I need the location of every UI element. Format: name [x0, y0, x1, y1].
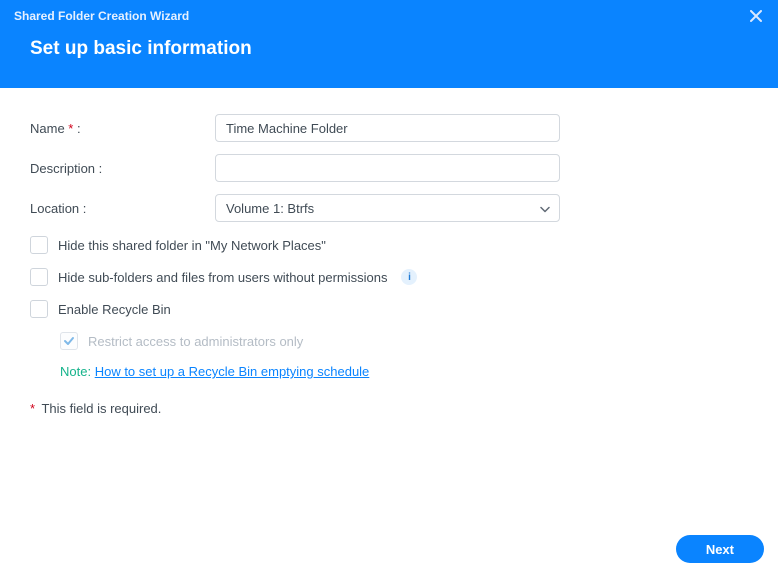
row-hide-subfolders: Hide sub-folders and files from users wi…	[30, 268, 748, 286]
name-input[interactable]	[215, 114, 560, 142]
next-button[interactable]: Next	[676, 535, 764, 563]
label-enable-recycle: Enable Recycle Bin	[58, 302, 171, 317]
wizard-title: Shared Folder Creation Wizard	[14, 9, 189, 23]
required-asterisk-note: *	[30, 401, 35, 416]
label-name-post: :	[73, 121, 80, 136]
row-restrict-admin: Restrict access to administrators only	[60, 332, 748, 350]
row-description: Description :	[30, 154, 748, 182]
wizard-footer: Next	[0, 530, 778, 575]
label-location: Location :	[30, 201, 215, 216]
label-hide-network: Hide this shared folder in "My Network P…	[58, 238, 326, 253]
required-text: This field is required.	[41, 401, 161, 416]
description-input[interactable]	[215, 154, 560, 182]
row-hide-network: Hide this shared folder in "My Network P…	[30, 236, 748, 254]
form-body: Name * : Description : Location : Volume…	[0, 88, 778, 416]
label-restrict-admin: Restrict access to administrators only	[88, 334, 303, 349]
checkbox-enable-recycle[interactable]	[30, 300, 48, 318]
location-select[interactable]: Volume 1: Btrfs	[215, 194, 560, 222]
label-name-pre: Name	[30, 121, 68, 136]
wizard-header: Shared Folder Creation Wizard Set up bas…	[0, 0, 778, 88]
location-select-value: Volume 1: Btrfs	[215, 194, 560, 222]
required-note: * This field is required.	[30, 401, 748, 416]
info-icon[interactable]: i	[401, 269, 417, 285]
label-hide-subfolders: Hide sub-folders and files from users wi…	[58, 270, 387, 285]
row-location: Location : Volume 1: Btrfs	[30, 194, 748, 222]
recycle-schedule-link[interactable]: How to set up a Recycle Bin emptying sch…	[95, 364, 370, 379]
checkbox-restrict-admin	[60, 332, 78, 350]
page-title: Set up basic information	[0, 24, 778, 60]
row-enable-recycle: Enable Recycle Bin	[30, 300, 748, 318]
note-label: Note:	[60, 364, 91, 379]
note-row: Note: How to set up a Recycle Bin emptyi…	[60, 364, 748, 379]
close-icon[interactable]	[748, 8, 764, 24]
checkbox-hide-network[interactable]	[30, 236, 48, 254]
label-description: Description :	[30, 161, 215, 176]
label-name: Name * :	[30, 121, 215, 136]
checkbox-hide-subfolders[interactable]	[30, 268, 48, 286]
header-top: Shared Folder Creation Wizard	[0, 0, 778, 24]
row-name: Name * :	[30, 114, 748, 142]
